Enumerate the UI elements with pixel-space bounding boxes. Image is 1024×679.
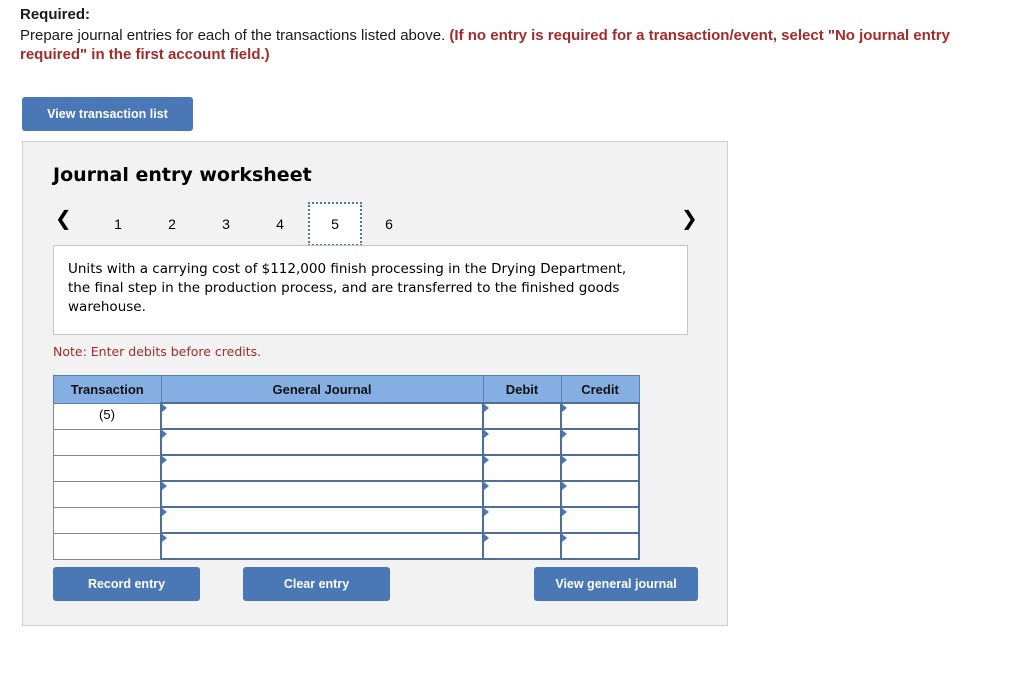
transaction-cell [53,428,162,456]
input-marker-icon [484,482,489,490]
table-row: (5) [53,402,640,430]
header-general-journal: General Journal [160,375,484,404]
input-marker-icon [484,456,489,464]
account-field[interactable] [160,506,484,534]
table-row [53,532,640,560]
input-marker-icon [562,534,567,542]
credit-field[interactable] [560,480,640,508]
credit-field[interactable] [560,506,640,534]
debit-field[interactable] [482,428,562,456]
chevron-left-icon[interactable]: ❮ [55,206,72,230]
clear-entry-button[interactable]: Clear entry [243,567,390,601]
input-marker-icon [562,482,567,490]
input-marker-icon [484,534,489,542]
input-marker-icon [562,430,567,438]
transaction-cell [53,506,162,534]
page-tab-2[interactable]: 2 [145,202,199,246]
record-entry-button[interactable]: Record entry [53,567,200,601]
table-row [53,428,640,456]
transaction-cell [53,480,162,508]
transaction-cell: (5) [53,402,162,430]
input-marker-icon [562,456,567,464]
credit-field[interactable] [560,532,640,560]
debit-field[interactable] [482,480,562,508]
input-marker-icon [484,508,489,516]
input-marker-icon [484,404,489,412]
debit-field[interactable] [482,402,562,430]
table-row [53,480,640,508]
debit-field[interactable] [482,454,562,482]
journal-entry-worksheet-panel: Journal entry worksheet ❮ 1 2 3 4 5 6 ❯ … [22,141,728,626]
transaction-cell [53,454,162,482]
input-marker-icon [484,430,489,438]
input-marker-icon [562,404,567,412]
worksheet-title: Journal entry worksheet [53,164,312,186]
transaction-description: Units with a carrying cost of $112,000 f… [53,245,688,335]
debit-field[interactable] [482,532,562,560]
dropdown-marker-icon [162,430,167,438]
dropdown-marker-icon [162,482,167,490]
page-tab-3[interactable]: 3 [199,202,253,246]
journal-table: Transaction General Journal Debit Credit… [53,375,640,560]
required-title: Required: [20,6,91,23]
account-field[interactable] [160,402,484,430]
required-text: Prepare journal entries for each of the … [20,26,1010,64]
table-row [53,506,640,534]
page-tab-5[interactable]: 5 [308,202,362,246]
chevron-right-icon[interactable]: ❯ [681,206,698,230]
dropdown-marker-icon [162,404,167,412]
header-debit: Debit [482,375,562,404]
transaction-description-text: Units with a carrying cost of $112,000 f… [68,261,627,315]
account-field[interactable] [160,532,484,560]
view-general-journal-button[interactable]: View general journal [534,567,698,601]
page-tab-1[interactable]: 1 [91,202,145,246]
view-transaction-list-button[interactable]: View transaction list [22,97,193,131]
account-field[interactable] [160,480,484,508]
table-row [53,454,640,482]
credit-field[interactable] [560,428,640,456]
account-field[interactable] [160,428,484,456]
note-text: Note: Enter debits before credits. [53,344,262,359]
page-tab-6[interactable]: 6 [362,202,416,246]
dropdown-marker-icon [162,456,167,464]
input-marker-icon [562,508,567,516]
dropdown-marker-icon [162,508,167,516]
required-body: Prepare journal entries for each of the … [20,27,450,44]
credit-field[interactable] [560,454,640,482]
page-tab-4[interactable]: 4 [253,202,307,246]
dropdown-marker-icon [162,534,167,542]
debit-field[interactable] [482,506,562,534]
credit-field[interactable] [560,402,640,430]
account-field[interactable] [160,454,484,482]
transaction-cell [53,532,162,560]
header-credit: Credit [560,375,640,404]
header-transaction: Transaction [53,375,162,404]
